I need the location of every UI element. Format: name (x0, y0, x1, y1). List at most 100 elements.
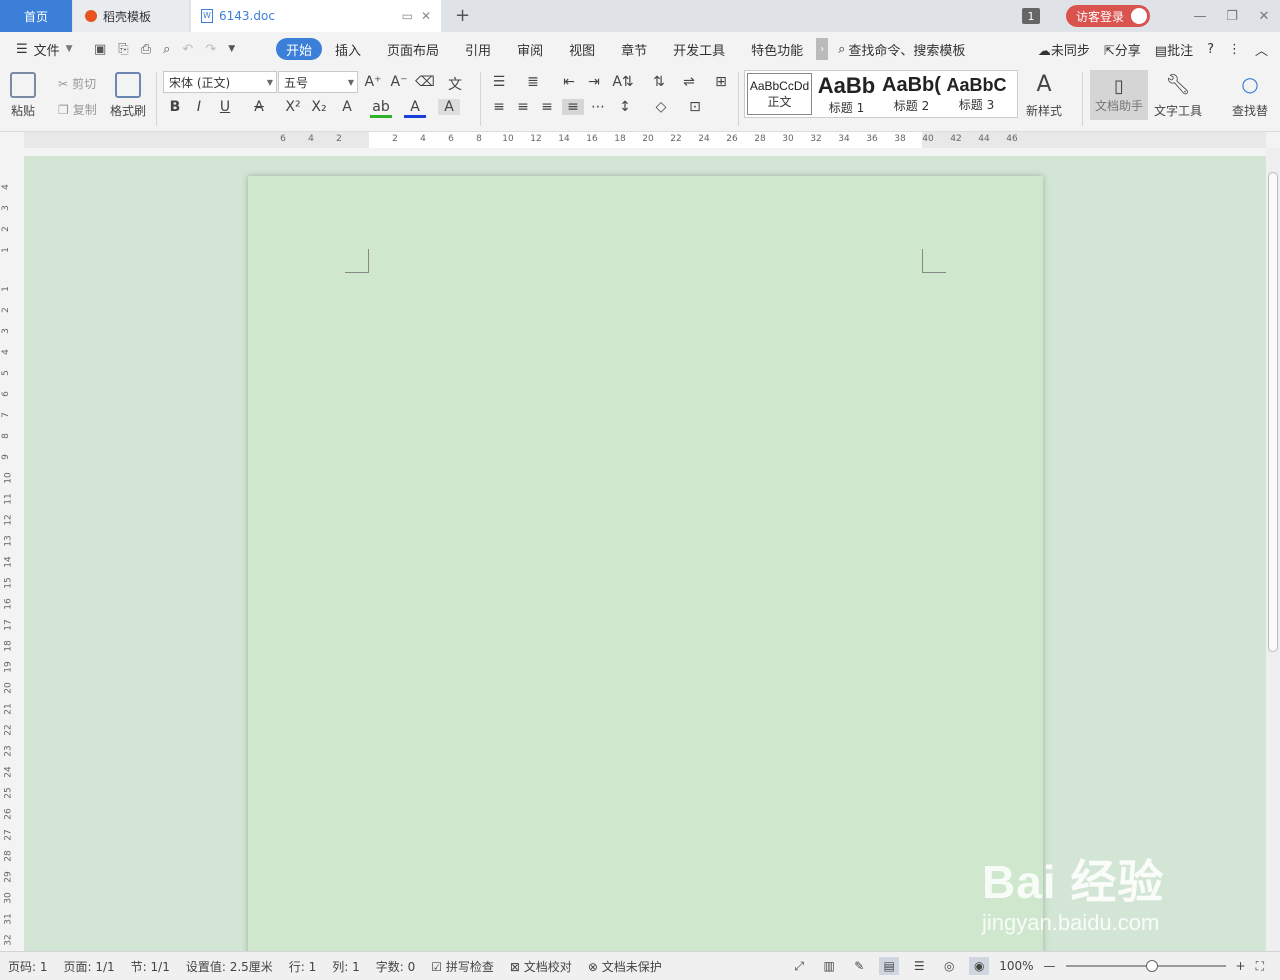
output-icon[interactable]: ⎘ (118, 42, 128, 57)
underline-icon[interactable]: U (214, 99, 236, 115)
collapse-ribbon-icon[interactable]: ︿ (1255, 40, 1268, 59)
zoom-slider-knob[interactable] (1145, 960, 1158, 972)
zoom-slider[interactable] (1065, 960, 1226, 972)
paste-button[interactable]: 粘贴 (10, 72, 36, 119)
tab-document[interactable]: W 6143.doc ▭ ✕ (191, 0, 441, 32)
shrink-font-icon[interactable]: A⁻ (388, 74, 410, 90)
style-heading-3[interactable]: AaBbC 标题 3 (944, 71, 1009, 117)
doc-assistant-button[interactable]: ▯ 文档助手 (1090, 70, 1148, 120)
print-preview-icon[interactable]: ⌕ (163, 42, 170, 57)
menu-review[interactable]: 审阅 (504, 38, 556, 60)
align-center-icon[interactable]: ≡ (512, 99, 534, 115)
outline-view-icon[interactable]: ☰ (909, 957, 929, 975)
distributed-icon[interactable]: ⋯ (587, 99, 609, 115)
share-button[interactable]: ⇱分享 (1104, 40, 1141, 59)
format-painter-button[interactable]: 格式刷 (110, 72, 146, 119)
bold-icon[interactable]: B (164, 99, 186, 115)
table-icon[interactable]: ⊞ (710, 74, 732, 90)
tab-docer[interactable]: 稻壳模板 (73, 0, 189, 32)
highlight-icon[interactable]: ab (370, 99, 392, 118)
text-effect-icon[interactable]: A (336, 99, 358, 115)
print-icon[interactable]: ⎙ (141, 42, 151, 57)
new-tab-icon[interactable]: + (455, 5, 470, 26)
pinyin-icon[interactable]: 文 (444, 74, 466, 94)
status-section[interactable]: 节: 1/1 (123, 958, 178, 975)
italic-icon[interactable]: I (188, 99, 210, 115)
style-heading-2[interactable]: AaBb( 标题 2 (879, 71, 944, 117)
proofread-button[interactable]: ⊠ 文档校对 (502, 958, 580, 975)
vertical-ruler[interactable]: 4 3 2 1 1 2 3 4 5 6 7 8 9 10 11 12 13 14 15 16 17 18 19 20 21 22 2… (0, 156, 16, 951)
more-icon[interactable]: ⋮ (1228, 42, 1241, 57)
subscript-icon[interactable]: X₂ (308, 99, 330, 115)
border-icon[interactable]: ⊡ (684, 99, 706, 115)
status-word-count[interactable]: 字数: 0 (368, 958, 424, 975)
fullscreen-icon[interactable]: ⤢ (789, 957, 809, 975)
status-setting[interactable]: 设置值: 2.5厘米 (178, 958, 281, 975)
clear-format-icon[interactable]: ⌫ (414, 74, 436, 90)
font-size-select[interactable]: 五号 ▼ (278, 71, 358, 93)
strikethrough-icon[interactable]: A (248, 99, 270, 115)
menu-insert[interactable]: 插入 (322, 38, 374, 60)
status-pages[interactable]: 页面: 1/1 (56, 958, 123, 975)
restore-icon[interactable]: ❐ (1216, 9, 1248, 24)
sort-icon[interactable]: ⇅ (648, 74, 670, 90)
close-tab-icon[interactable]: ✕ (421, 9, 431, 23)
font-color-icon[interactable]: A (404, 99, 426, 118)
style-normal[interactable]: AaBbCcDd 正文 (747, 73, 812, 115)
status-page-number[interactable]: 页码: 1 (0, 958, 56, 975)
horizontal-ruler[interactable]: 6 4 2 2 4 6 8 10 12 14 16 18 20 22 24 26 28 30 32 34 36 38 40 4… (24, 132, 1266, 148)
show-hide-icon[interactable]: ⇌ (678, 74, 700, 90)
menu-reference[interactable]: 引用 (452, 38, 504, 60)
pin-window-icon[interactable]: ▭ (402, 9, 413, 23)
status-col[interactable]: 列: 1 (324, 958, 368, 975)
menu-features[interactable]: 特色功能 (738, 38, 816, 60)
save-icon[interactable]: ▣ (94, 42, 106, 57)
help-icon[interactable]: ? (1207, 42, 1214, 57)
protection-button[interactable]: ⊗ 文档未保护 (580, 958, 670, 975)
grow-font-icon[interactable]: A⁺ (362, 74, 384, 90)
document-page[interactable] (248, 176, 1043, 966)
redo-icon[interactable]: ↷ (205, 42, 216, 57)
menu-view[interactable]: 视图 (556, 38, 608, 60)
close-window-icon[interactable]: ✕ (1248, 9, 1280, 24)
menu-scroll-right-icon[interactable]: › (816, 38, 829, 60)
font-name-select[interactable]: 宋体 (正文) ▼ (163, 71, 277, 93)
reading-view-icon[interactable]: ▥ (819, 957, 839, 975)
new-style-button[interactable]: A 新样式 (1026, 72, 1062, 119)
char-shading-icon[interactable]: A (438, 99, 460, 115)
file-menu[interactable]: ☰ 文件 ▼ (0, 40, 88, 59)
text-direction-icon[interactable]: A⇅ (612, 74, 634, 90)
page-view-icon[interactable]: ▤ (879, 957, 900, 975)
shading-icon[interactable]: ◇ (650, 99, 672, 115)
justify-icon[interactable]: ≡ (562, 99, 584, 115)
menu-chapter[interactable]: 章节 (608, 38, 660, 60)
eye-care-icon[interactable]: ◉ (969, 957, 990, 975)
customize-icon[interactable]: ▼ (228, 44, 235, 54)
minimize-icon[interactable]: — (1184, 9, 1216, 24)
command-search[interactable]: ⌕ 查找命令、搜索模板 (838, 40, 965, 59)
decrease-indent-icon[interactable]: ⇤ (558, 74, 580, 90)
align-right-icon[interactable]: ≡ (536, 99, 558, 115)
tab-home[interactable]: 首页 (0, 0, 72, 32)
zoom-level[interactable]: 100% (999, 959, 1033, 973)
numbered-list-icon[interactable]: ≣ (522, 74, 544, 90)
find-replace-button[interactable]: ○ 查找替 (1232, 72, 1268, 119)
scrollbar-thumb[interactable] (1268, 172, 1278, 652)
increase-indent-icon[interactable]: ⇥ (583, 74, 605, 90)
write-view-icon[interactable]: ✎ (849, 957, 869, 975)
visitor-login-button[interactable]: 访客登录 (1065, 5, 1150, 27)
bullet-list-icon[interactable]: ☰ (488, 74, 510, 90)
align-left-icon[interactable]: ≡ (488, 99, 510, 115)
status-row[interactable]: 行: 1 (281, 958, 325, 975)
menu-developer[interactable]: 开发工具 (660, 38, 738, 60)
vertical-scrollbar[interactable] (1266, 148, 1280, 951)
fit-window-icon[interactable]: ⛶ (1256, 959, 1264, 974)
cut-button[interactable]: ✂ 剪切 (58, 75, 96, 92)
line-spacing-icon[interactable]: ↕ (614, 99, 636, 115)
spell-check-button[interactable]: ☑ 拼写检查 (423, 958, 502, 975)
text-tools-button[interactable]: 🔧︎ 文字工具 (1154, 72, 1202, 119)
comment-button[interactable]: ▤批注 (1155, 40, 1193, 59)
superscript-icon[interactable]: X² (282, 99, 304, 115)
undo-icon[interactable]: ↶ (182, 42, 193, 57)
style-heading-1[interactable]: AaBb 标题 1 (814, 71, 879, 117)
